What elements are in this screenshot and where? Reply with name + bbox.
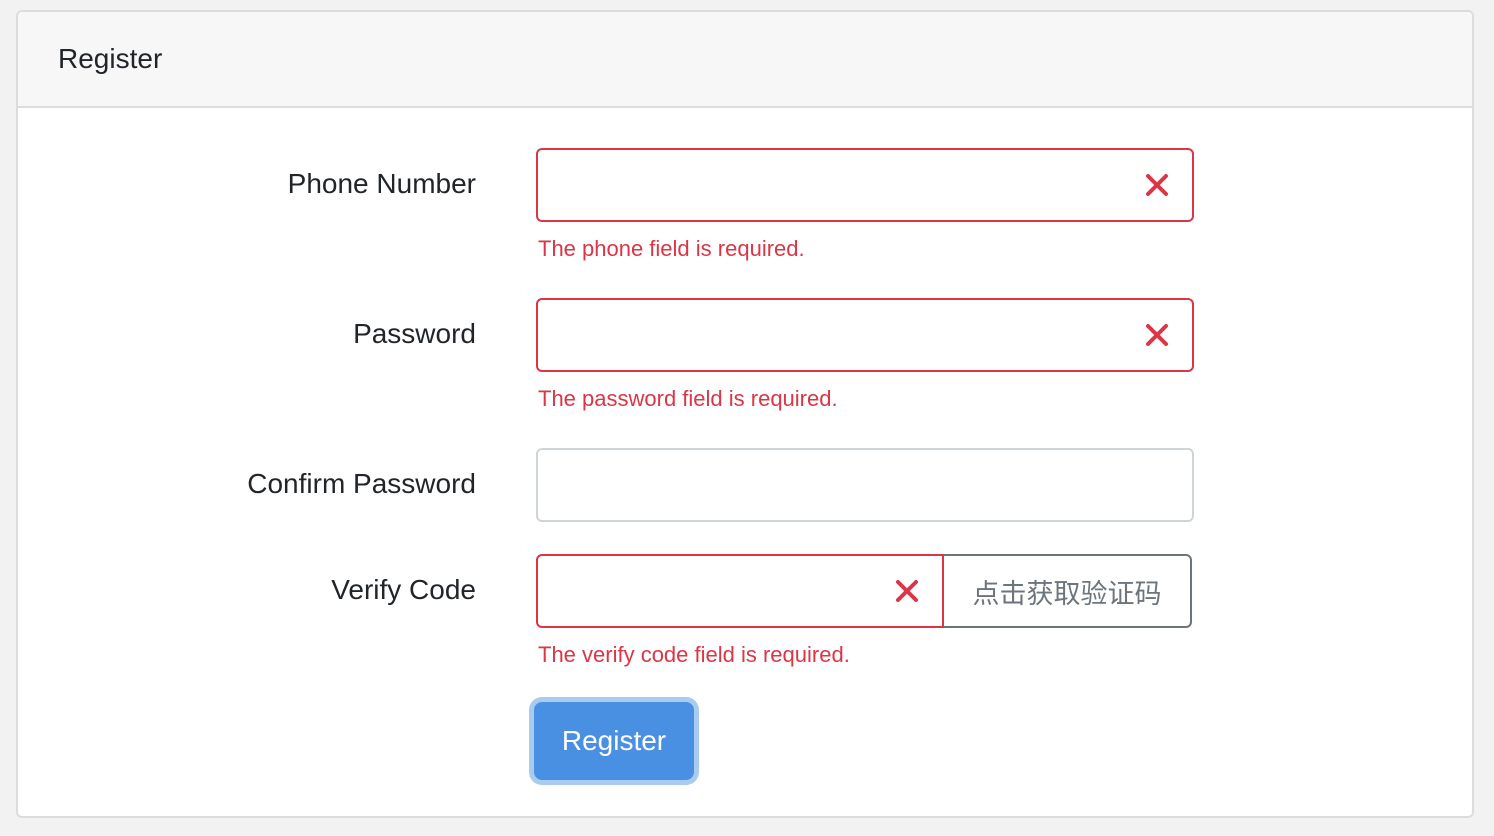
password-input[interactable]: [538, 300, 1192, 370]
invalid-x-icon: [1146, 324, 1168, 346]
verify-code-input[interactable]: [538, 556, 942, 626]
card-title: Register: [58, 43, 163, 74]
register-button[interactable]: Register: [534, 702, 694, 780]
get-verify-code-button[interactable]: 点击获取验证码: [942, 554, 1192, 628]
card-header: Register: [18, 12, 1472, 108]
verify-code-label: Verify Code: [331, 574, 476, 605]
verify-code-field[interactable]: [536, 554, 944, 628]
verify-code-error: The verify code field is required.: [538, 642, 850, 667]
invalid-x-icon: [1146, 174, 1168, 196]
password-error: The password field is required.: [538, 386, 838, 411]
confirm-password-input[interactable]: [538, 450, 1192, 520]
phone-input[interactable]: [538, 150, 1192, 220]
password-label: Password: [353, 318, 476, 349]
phone-label: Phone Number: [287, 168, 476, 199]
phone-field[interactable]: [536, 148, 1194, 222]
invalid-x-icon: [896, 580, 918, 602]
register-card: Register Phone Number The phone field is…: [16, 10, 1474, 818]
confirm-password-field[interactable]: [536, 448, 1194, 522]
verify-code-group: 点击获取验证码: [536, 554, 1194, 628]
phone-error: The phone field is required.: [538, 236, 805, 261]
confirm-password-label: Confirm Password: [247, 468, 476, 499]
password-field[interactable]: [536, 298, 1194, 372]
